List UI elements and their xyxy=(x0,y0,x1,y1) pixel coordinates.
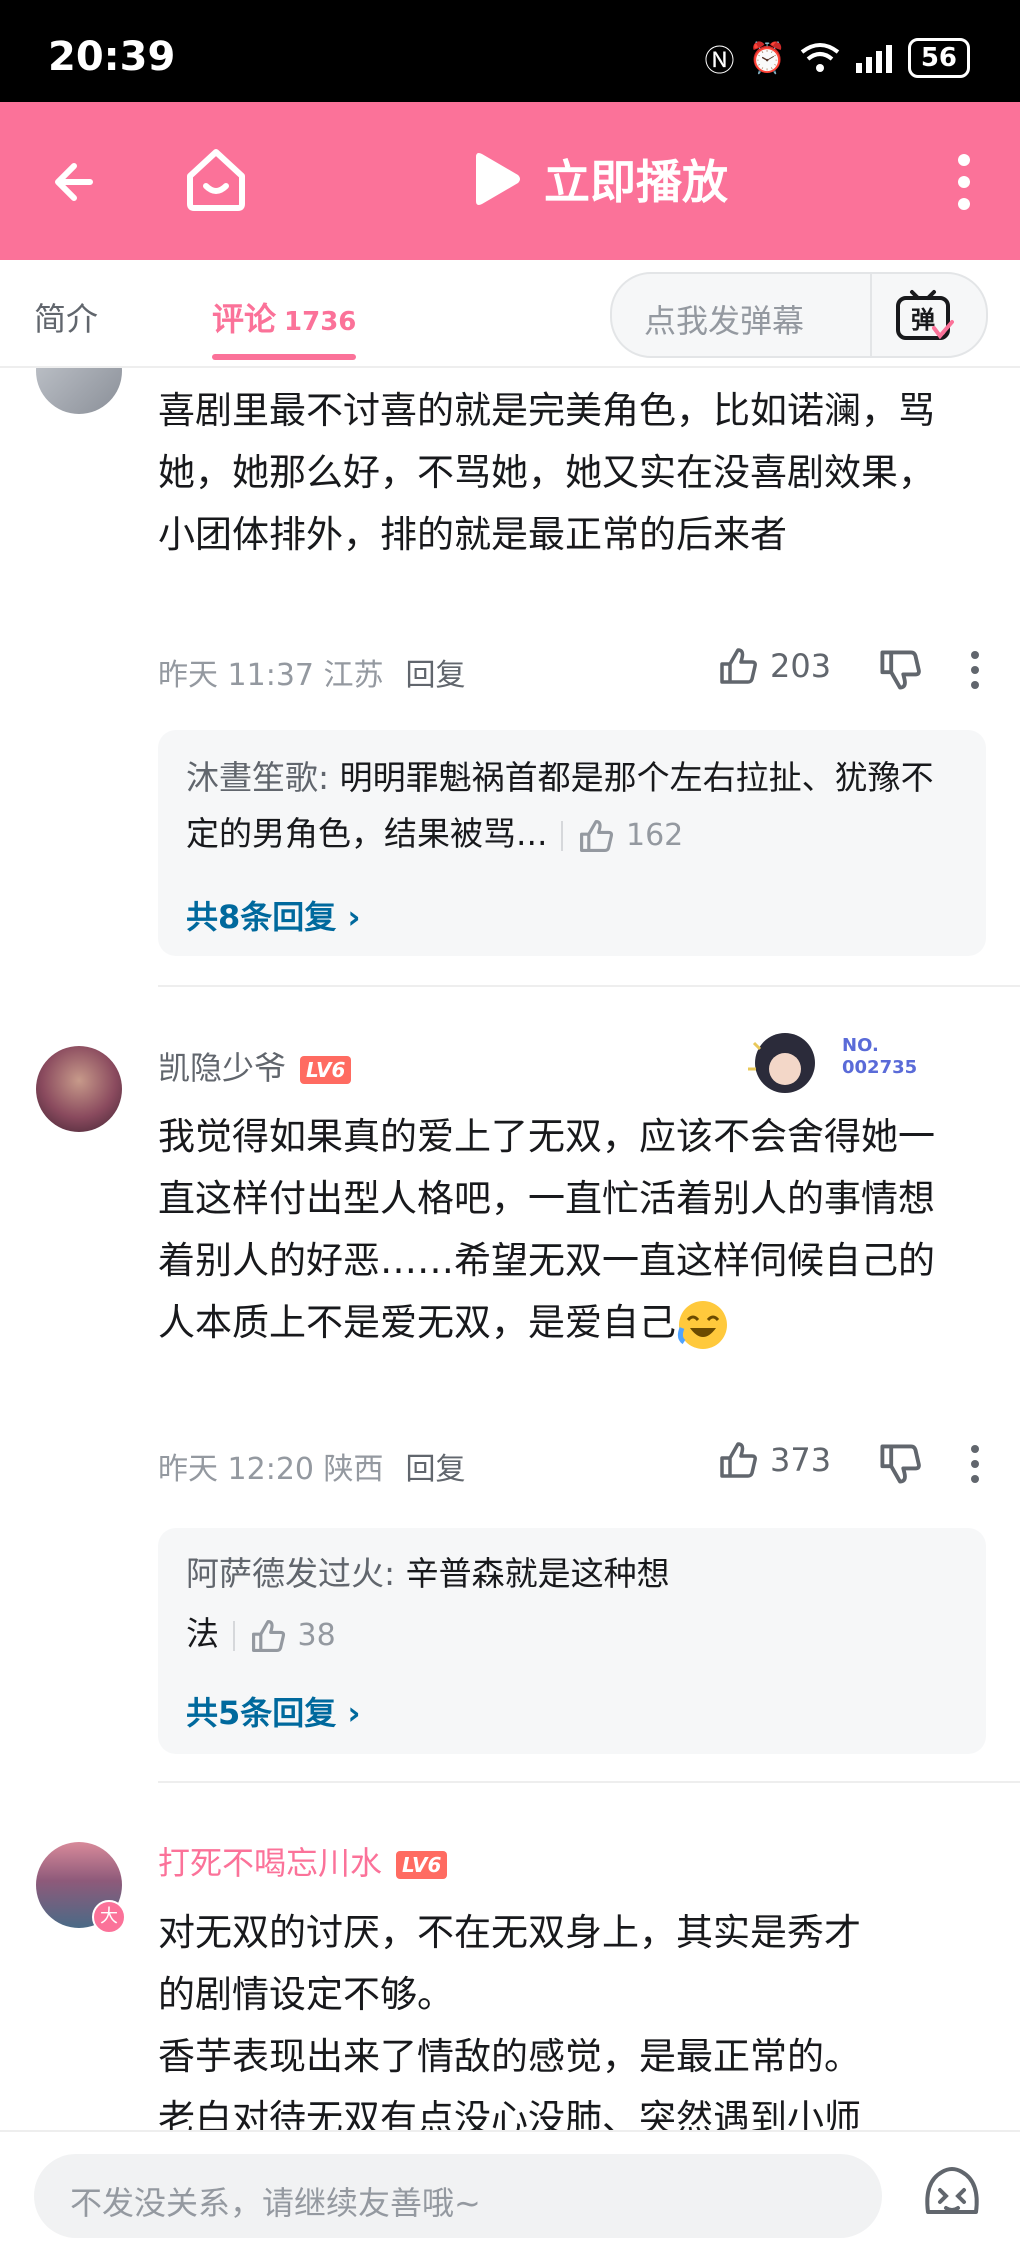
tab-intro[interactable]: 简介 xyxy=(34,294,98,340)
comment-meta: 昨天 12:20 陕西 回复 xyxy=(158,1444,466,1488)
thumb-down-icon[interactable] xyxy=(878,1442,922,1486)
thumb-up-icon xyxy=(252,1619,286,1652)
alarm-icon: ⏰ xyxy=(748,40,786,76)
thumb-down-icon[interactable] xyxy=(878,648,922,692)
sub-reply-divider xyxy=(561,820,564,851)
comment-text-line: 老白对待无双有点没心没肺、突然遇到小师 xyxy=(158,2097,861,2130)
more-vertical-icon[interactable] xyxy=(956,154,972,210)
comment-text: 对无双的讨厌，不在无双身上，其实是秀才 的剧情设定不够。 香芋表现出来了情敌的感… xyxy=(158,1902,968,2130)
avatar[interactable] xyxy=(36,1046,122,1132)
comment-username[interactable]: 凯隐少爷 LV6 xyxy=(158,1043,352,1089)
like-button[interactable]: 373 xyxy=(718,1440,831,1480)
emoji-face-icon[interactable] xyxy=(920,2162,984,2226)
view-all-replies-link[interactable]: 共5条回复 › xyxy=(186,1688,361,1734)
sub-reply-text-line2: 法 xyxy=(186,1614,219,1653)
more-options-icon[interactable] xyxy=(970,1444,980,1484)
sub-reply-author[interactable]: 沐晝笙歌 xyxy=(186,758,318,797)
chevron-right-icon: › xyxy=(347,898,361,936)
sub-reply: 阿萨德发过火: 辛普森就是这种想 xyxy=(186,1554,670,1593)
play-now-label: 立即播放 xyxy=(544,155,728,209)
like-count: 373 xyxy=(770,1441,832,1479)
laughing-emoji-icon xyxy=(677,1300,727,1349)
level-badge: LV6 xyxy=(396,1851,448,1879)
chevron-right-icon: › xyxy=(347,1694,361,1732)
reply-button[interactable]: 回复 xyxy=(406,658,466,693)
comment-text-line: 的剧情设定不够。 xyxy=(158,1973,454,2016)
wifi-icon xyxy=(800,43,840,72)
signal-icon xyxy=(855,45,892,73)
danmaku-tv-icon[interactable]: 弹 xyxy=(894,288,954,344)
status-time: 20:39 xyxy=(48,34,176,80)
like-button[interactable]: 203 xyxy=(718,646,831,686)
comment-time-location: 昨天 11:37 江苏 xyxy=(158,658,384,693)
comment-input[interactable]: 不发没关系，请继续友善哦~ xyxy=(34,2154,882,2238)
nfc-icon: Ⓝ xyxy=(704,44,735,79)
more-options-icon[interactable] xyxy=(970,650,980,690)
bottom-comment-bar: 不发没关系，请继续友善哦~ xyxy=(0,2130,1020,2252)
comment-meta: 昨天 11:37 江苏 回复 xyxy=(158,650,466,694)
reply-button[interactable]: 回复 xyxy=(406,1452,466,1487)
danmaku-label: 点我发弹幕 xyxy=(644,302,805,340)
fan-medal-badge: NO. 002735 xyxy=(748,1033,917,1093)
danmaku-separator xyxy=(870,274,872,356)
avatar[interactable] xyxy=(36,368,122,414)
comment-time-location: 昨天 12:20 陕西 xyxy=(158,1452,384,1487)
medal-number: 002735 xyxy=(842,1057,917,1078)
total-replies-label: 共5条回复 xyxy=(186,1694,337,1732)
thumb-up-icon xyxy=(720,1442,757,1478)
sub-reply-text-line1: 辛普森就是这种想 xyxy=(405,1554,670,1593)
status-bar: 20:39 Ⓝ ⏰ 56 xyxy=(0,0,1020,102)
battery-indicator: 56 xyxy=(907,38,970,78)
app-bar: 立即播放 xyxy=(0,102,1020,260)
tab-comments[interactable]: 评论 1736 xyxy=(212,294,356,340)
back-arrow-icon[interactable] xyxy=(50,154,106,210)
status-icons: Ⓝ ⏰ 56 xyxy=(704,36,970,80)
comment-list: 喜剧里最不讨喜的就是完美角色，比如诺澜，骂她，她那么好，不骂她，她又实在没喜剧效… xyxy=(0,368,1020,2130)
sub-reply-divider xyxy=(233,1620,235,1651)
thumb-up-icon xyxy=(580,819,614,852)
comment-text: 我觉得如果真的爱上了无双，应该不会舍得她一直这样付出型人格吧，一直忙活着别人的事… xyxy=(158,1106,968,1354)
danmaku-icon-label: 弹 xyxy=(911,306,935,334)
like-count: 203 xyxy=(770,647,832,685)
sub-reply-like-count: 162 xyxy=(625,818,684,853)
username-text: 打死不喝忘川水 xyxy=(158,1844,383,1882)
danmaku-input-button[interactable]: 点我发弹幕 弹 xyxy=(610,272,988,358)
sub-reply-author[interactable]: 阿萨德发过火 xyxy=(186,1554,384,1593)
comment-divider xyxy=(158,985,1020,987)
level-badge: LV6 xyxy=(300,1056,352,1084)
username-text: 凯隐少爷 xyxy=(158,1049,287,1087)
home-icon[interactable] xyxy=(184,146,248,212)
thumb-up-icon xyxy=(720,648,757,684)
view-all-replies-link[interactable]: 共8条回复 › xyxy=(186,892,361,938)
comment-count: 1736 xyxy=(284,307,357,337)
comment-text: 喜剧里最不讨喜的就是完美角色，比如诺澜，骂她，她那么好，不骂她，她又实在没喜剧效… xyxy=(158,389,935,556)
play-icon xyxy=(476,153,520,205)
comment-text-line: 香芋表现出来了情敌的感觉，是最正常的。 xyxy=(158,2035,861,2078)
sub-reply: 沐晝笙歌: 明明罪魁祸首都是那个左右拉扯、犹豫不定的男角色，结果被骂... 16… xyxy=(186,758,934,853)
active-tab-indicator xyxy=(212,354,356,360)
medal-no-label: NO. xyxy=(842,1035,879,1056)
sub-reply-box[interactable]: 阿萨德发过火: 辛普森就是这种想 法 38 共5条回复 › xyxy=(158,1528,986,1754)
sub-reply-box[interactable]: 沐晝笙歌: 明明罪魁祸首都是那个左右拉扯、犹豫不定的男角色，结果被骂... 16… xyxy=(158,730,986,956)
sub-reply-continued: 法 38 xyxy=(186,1606,958,1664)
sub-reply-like-count: 38 xyxy=(297,1618,336,1653)
vip-badge: 大 xyxy=(92,1900,126,1934)
comment-text-line: 对无双的讨厌，不在无双身上，其实是秀才 xyxy=(158,1911,861,1954)
comment-username[interactable]: 打死不喝忘川水 LV6 xyxy=(158,1838,448,1884)
comment-text-content: 我觉得如果真的爱上了无双，应该不会舍得她一直这样付出型人格吧，一直忙活着别人的事… xyxy=(158,1115,935,1344)
comment-input-placeholder: 不发没关系，请继续友善哦~ xyxy=(70,2184,481,2222)
tab-comments-label: 评论 xyxy=(212,300,277,338)
comment-divider xyxy=(158,1781,1020,1783)
total-replies-label: 共8条回复 xyxy=(186,898,337,936)
play-now-button[interactable]: 立即播放 xyxy=(470,146,728,212)
